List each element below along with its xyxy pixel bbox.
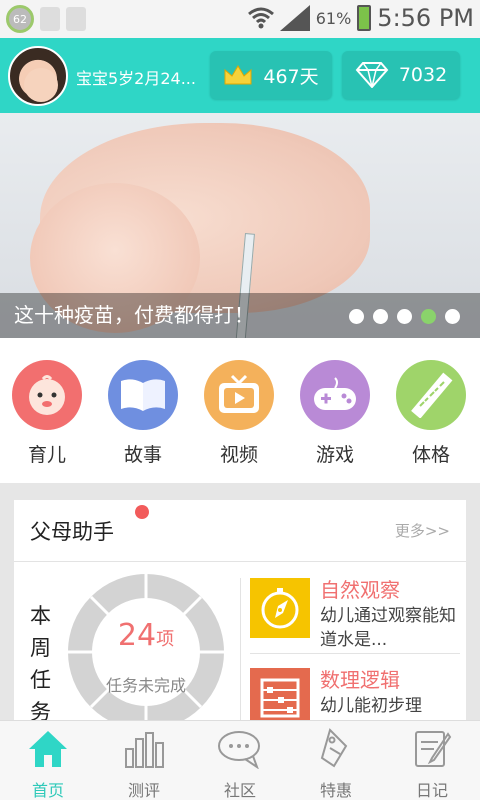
gems-badge[interactable]: 7032: [342, 51, 460, 99]
home-icon: [0, 727, 96, 771]
category-parenting[interactable]: 育儿: [12, 360, 82, 467]
days-badge[interactable]: 467天: [210, 51, 332, 99]
carousel-indicators: [349, 309, 460, 324]
ruler-icon: [396, 360, 466, 430]
task-desc: 幼儿能初步理: [320, 696, 422, 716]
notification-dot: [135, 505, 149, 519]
task-count-unit: 项: [156, 629, 175, 650]
task-title: 数理逻辑: [320, 668, 400, 692]
nav-label: 测评: [127, 781, 160, 800]
nav-deals[interactable]: 特惠: [288, 727, 384, 800]
task-status: 任务未完成: [105, 676, 186, 695]
category-physique[interactable]: 体格: [396, 360, 466, 467]
category-label: 故事: [123, 444, 162, 466]
divider: [250, 653, 460, 654]
nav-home[interactable]: 首页: [0, 727, 96, 800]
battery-percent: 61%: [315, 8, 352, 28]
chat-bubble-icon: [192, 727, 288, 771]
carousel-dot[interactable]: [349, 309, 364, 324]
task-desc: 幼儿通过观察能知道水是...: [320, 606, 456, 650]
parent-helper-card: 父母助手 更多>> 本周任务 24项 任务未完成 自然观察 幼儿通过观察能知道水…: [14, 500, 466, 730]
usb-icon: [40, 7, 60, 31]
compass-icon: [250, 578, 310, 638]
divider: [240, 578, 241, 720]
gems-count: 7032: [398, 64, 448, 86]
baby-age[interactable]: 宝宝5岁2月24...: [76, 65, 206, 89]
carousel-dot[interactable]: [373, 309, 388, 324]
book-icon: [108, 360, 178, 430]
category-label: 体格: [411, 444, 450, 466]
days-count: 467天: [263, 65, 319, 88]
nav-label: 首页: [31, 781, 64, 800]
category-games[interactable]: 游戏: [300, 360, 370, 467]
category-label: 育儿: [27, 444, 66, 466]
category-video[interactable]: 视频: [204, 360, 274, 467]
diary-icon: [384, 727, 480, 771]
category-label: 视频: [219, 444, 258, 466]
tv-icon: [204, 360, 274, 430]
bar-chart-icon: [96, 727, 192, 771]
card-title: 父母助手: [30, 520, 114, 544]
nav-diary[interactable]: 日记: [384, 727, 480, 800]
carousel-dot[interactable]: [397, 309, 412, 324]
more-link[interactable]: 更多>>: [395, 520, 450, 541]
banner-carousel[interactable]: 这十种疫苗，付费都得打！: [0, 113, 480, 338]
task-count: 24项: [66, 618, 226, 653]
profile-header: 宝宝5岁2月24... 467天 7032: [0, 38, 480, 113]
nav-label: 日记: [415, 781, 448, 800]
signal-icon: [279, 5, 310, 31]
task-title: 自然观察: [320, 578, 400, 602]
battery-icon: [357, 5, 372, 31]
nav-community[interactable]: 社区: [192, 727, 288, 800]
carousel-dot-active[interactable]: [421, 309, 436, 324]
notification-badge: 62: [6, 5, 34, 33]
abacus-icon: [250, 668, 310, 728]
price-tag-icon: [288, 727, 384, 771]
category-grid: 育儿 故事 视频 游戏 体格: [0, 338, 480, 483]
task-count-number: 24: [117, 618, 157, 653]
diamond-icon: [355, 62, 389, 88]
carousel-dot[interactable]: [445, 309, 460, 324]
baby-face-icon: [12, 360, 82, 430]
bottom-nav: 首页 测评 社区 特惠 日记: [0, 720, 480, 800]
nav-assessment[interactable]: 测评: [96, 727, 192, 800]
avatar[interactable]: [8, 46, 68, 106]
wifi-icon: [247, 7, 274, 29]
crown-icon: [224, 65, 252, 85]
nav-label: 社区: [223, 781, 256, 800]
category-stories[interactable]: 故事: [108, 360, 178, 467]
gamepad-icon: [300, 360, 370, 430]
clock: 5:56 PM: [377, 4, 474, 32]
nav-label: 特惠: [319, 781, 352, 800]
category-label: 游戏: [315, 444, 354, 466]
storage-icon: [66, 7, 86, 31]
weekly-tasks-label: 本周任务: [30, 604, 51, 724]
card-header: 父母助手 更多>>: [14, 500, 466, 562]
status-bar: 62 61% 5:56 PM: [0, 0, 480, 38]
